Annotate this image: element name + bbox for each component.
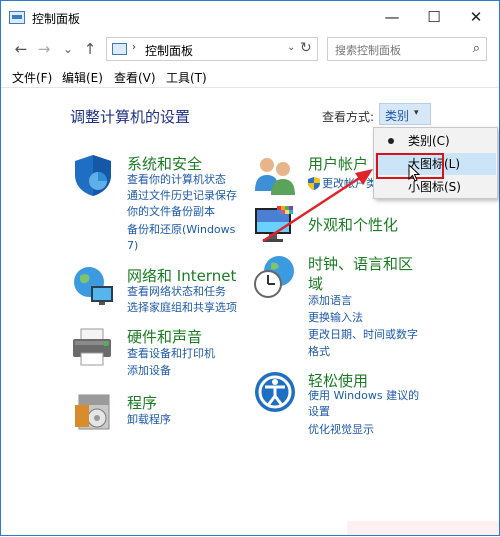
window-title: 控制面板 [32, 12, 81, 26]
control-panel-window: 控制面板 — ☐ ✕ ← → ⌄ ↑ › 控制面板 ⌄ ↻ ⌕ 文件(F) 编辑… [0, 0, 500, 536]
back-arrow-icon[interactable]: ← [11, 38, 31, 60]
category-user-accounts[interactable]: 用户帐户 [308, 153, 368, 174]
link-backup-restore-cont[interactable]: 7) [127, 238, 138, 254]
menu-view[interactable]: 查看(V) [114, 69, 156, 86]
link-windows-suggested-settings-cont[interactable]: 设置 [308, 404, 330, 420]
menu-edit[interactable]: 编辑(E) [62, 69, 103, 86]
menu-item-category-label: 类别(C) [408, 134, 450, 148]
link-file-history-save[interactable]: 通过文件历史记录保存 [127, 188, 237, 204]
category-appearance-personalization[interactable]: 外观和个性化 [308, 214, 398, 235]
view-by-value: 类别 [385, 109, 410, 123]
link-devices-printers[interactable]: 查看设备和打印机 [127, 346, 215, 362]
link-view-computer-status[interactable]: 查看你的计算机状态 [127, 172, 226, 188]
search-input[interactable] [328, 38, 467, 62]
uac-shield-icon [308, 177, 320, 190]
maximize-button[interactable]: ☐ [414, 1, 454, 34]
menu-item-small-icons[interactable]: 小图标(S) [375, 176, 496, 198]
ease-of-access-icon[interactable] [253, 370, 297, 414]
address-dropdown-icon[interactable]: ⌄ [287, 42, 295, 53]
appearance-monitor-icon[interactable] [253, 204, 297, 248]
category-clock-language-region-cont[interactable]: 域 [308, 273, 323, 294]
link-network-status[interactable]: 查看网络状态和任务 [127, 284, 226, 300]
mouse-cursor-icon [408, 164, 420, 182]
search-box[interactable]: ⌕ [327, 37, 487, 62]
link-add-device[interactable]: 添加设备 [127, 363, 171, 379]
user-accounts-icon[interactable] [253, 153, 297, 197]
selected-bullet-icon [388, 138, 394, 144]
shield-icon[interactable] [71, 153, 115, 197]
link-change-date-time-cont[interactable]: 格式 [308, 344, 330, 360]
category-network-internet[interactable]: 网络和 Internet [127, 265, 236, 286]
category-programs[interactable]: 程序 [127, 392, 157, 413]
breadcrumb-control-panel[interactable]: 控制面板 [145, 42, 193, 59]
navigation-bar: ← → ⌄ ↑ › 控制面板 ⌄ ↻ ⌕ [1, 34, 499, 64]
control-panel-icon [9, 11, 25, 24]
menu-bar: 文件(F) 编辑(E) 查看(V) 工具(T) [1, 65, 499, 87]
link-optimize-visual-display[interactable]: 优化视觉显示 [308, 422, 374, 438]
recent-locations-chevron-icon[interactable]: ⌄ [58, 38, 78, 60]
clock-globe-icon[interactable] [253, 255, 297, 299]
link-change-input-method[interactable]: 更换输入法 [308, 310, 363, 326]
programs-icon[interactable] [73, 391, 117, 435]
search-icon[interactable]: ⌕ [473, 41, 480, 56]
menu-divider [1, 87, 499, 88]
watermark [347, 521, 499, 535]
link-add-language[interactable]: 添加语言 [308, 293, 352, 309]
link-change-date-time[interactable]: 更改日期、时间或数字 [308, 327, 418, 343]
link-uninstall-program[interactable]: 卸载程序 [127, 412, 171, 428]
link-windows-suggested-settings[interactable]: 使用 Windows 建议的 [308, 388, 419, 404]
printer-icon[interactable] [71, 325, 115, 369]
up-arrow-icon[interactable]: ↑ [80, 38, 100, 60]
category-system-security[interactable]: 系统和安全 [127, 153, 202, 174]
menu-item-category[interactable]: 类别(C) [375, 130, 496, 152]
title-bar: 控制面板 — ☐ ✕ [1, 1, 499, 34]
refresh-icon[interactable]: ↻ [300, 40, 312, 56]
link-change-account-type[interactable]: 更改帐户类 [322, 176, 377, 192]
address-control-panel-icon [112, 43, 127, 55]
category-clock-language-region[interactable]: 时钟、语言和区 [308, 253, 413, 274]
close-button[interactable]: ✕ [456, 1, 496, 34]
link-file-backup-copy[interactable]: 你的文件备份副本 [127, 204, 215, 220]
minimize-button[interactable]: — [372, 1, 412, 34]
view-by-dropdown[interactable]: 类别 ▾ [379, 103, 431, 125]
view-by-label: 查看方式: [322, 110, 375, 124]
view-by-chevron-icon: ▾ [414, 108, 419, 118]
category-hardware-sound[interactable]: 硬件和声音 [127, 326, 202, 347]
menu-tools[interactable]: 工具(T) [166, 69, 207, 86]
page-title: 调整计算机的设置 [70, 108, 191, 126]
menu-file[interactable]: 文件(F) [12, 69, 52, 86]
address-bar[interactable]: › 控制面板 ⌄ ↻ [106, 37, 318, 61]
link-homegroup-sharing[interactable]: 选择家庭组和共享选项 [127, 300, 237, 316]
breadcrumb-separator-icon: › [132, 42, 136, 53]
link-backup-restore[interactable]: 备份和还原(Windows [127, 222, 235, 238]
forward-arrow-icon[interactable]: → [34, 38, 54, 60]
network-globe-icon[interactable] [71, 264, 115, 308]
